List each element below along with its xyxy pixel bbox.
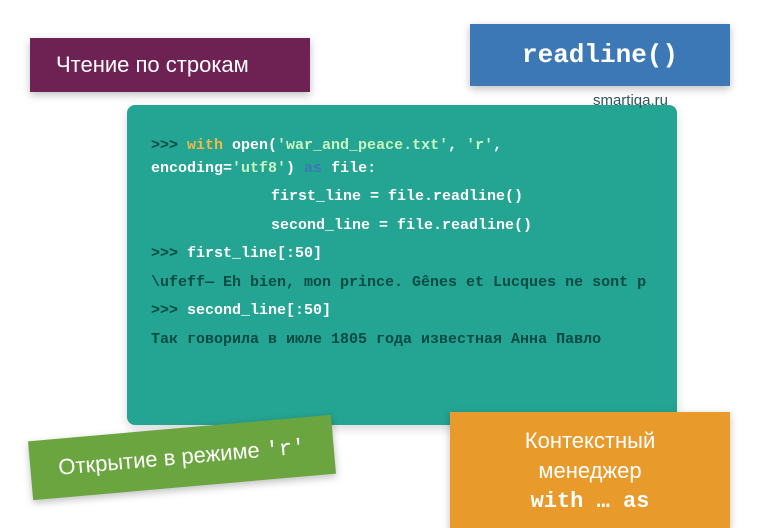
label-readline: readline() bbox=[470, 24, 730, 86]
site-url: smartiqa.ru bbox=[593, 92, 668, 109]
comma: , bbox=[448, 137, 466, 154]
keyword-with: with bbox=[187, 137, 223, 154]
label-open-mode-r: Открытие в режиме 'r' bbox=[28, 415, 336, 500]
fn-open: open( bbox=[223, 137, 277, 154]
label-reading-by-lines: Чтение по строкам bbox=[30, 38, 310, 92]
code-line-expr2: >>> second_line[:50] bbox=[151, 300, 653, 323]
label-green-text: Открытие в режиме bbox=[57, 437, 266, 480]
code-body-1: first_line = file.readline() bbox=[151, 186, 653, 209]
code-body-2: second_line = file.readline() bbox=[151, 215, 653, 238]
string-arg-3: 'utf8' bbox=[232, 160, 286, 177]
orange-line-1: Контекстный bbox=[525, 428, 655, 453]
orange-line-2: менеджер bbox=[538, 458, 641, 483]
label-green-code: 'r' bbox=[265, 435, 307, 463]
prompt: >>> bbox=[151, 245, 187, 262]
orange-code: with … as bbox=[468, 487, 712, 517]
expr-1: first_line[:50] bbox=[187, 245, 322, 262]
prompt: >>> bbox=[151, 137, 187, 154]
output-2: Так говорила в июле 1805 года известная … bbox=[151, 329, 653, 352]
string-arg-1: 'war_and_peace.txt' bbox=[277, 137, 448, 154]
code-line-1: >>> with open('war_and_peace.txt', 'r', … bbox=[151, 135, 653, 180]
label-context-manager: Контекстный менеджер with … as bbox=[450, 412, 730, 528]
code-terminal: >>> with open('war_and_peace.txt', 'r', … bbox=[127, 105, 677, 425]
code-line-expr1: >>> first_line[:50] bbox=[151, 243, 653, 266]
as-name: file: bbox=[322, 160, 376, 177]
close-paren: ) bbox=[286, 160, 304, 177]
kwarg-encoding: encoding= bbox=[151, 160, 232, 177]
keyword-as: as bbox=[304, 160, 322, 177]
comma: , bbox=[493, 137, 511, 154]
expr-2: second_line[:50] bbox=[187, 302, 331, 319]
string-arg-2: 'r' bbox=[466, 137, 493, 154]
output-1: \ufeff— Eh bien, mon prince. Gênes et Lu… bbox=[151, 272, 653, 295]
prompt: >>> bbox=[151, 302, 187, 319]
